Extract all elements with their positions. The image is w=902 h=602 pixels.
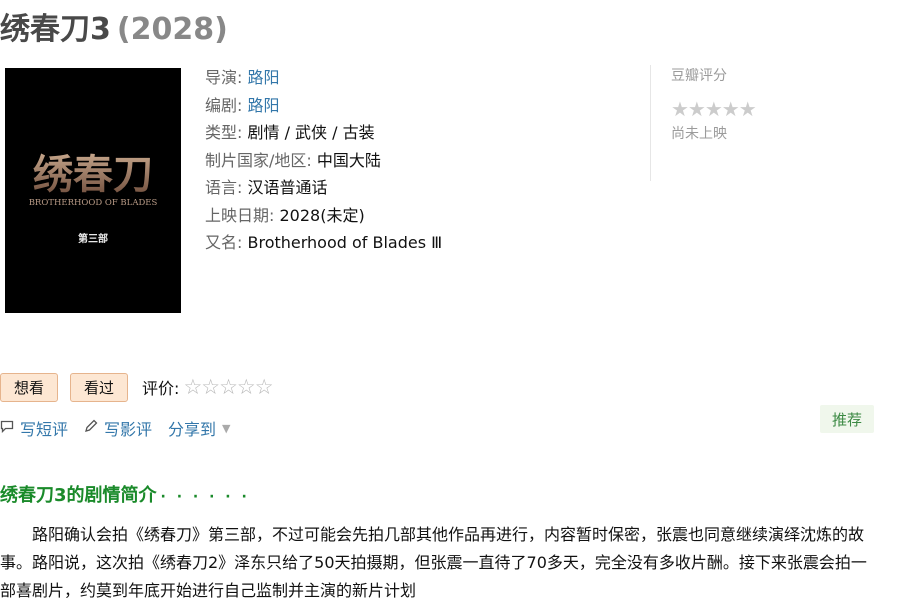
pencil-icon [84,419,98,437]
info-director: 导演: 路阳 [205,64,442,92]
synopsis-title-text: 绣春刀3的剧情简介 [0,485,157,506]
write-review-link[interactable]: 写影评 [84,416,152,440]
rating-title: 豆瓣评分 [671,68,727,84]
genre-value: 剧情 / 武侠 / 古装 [247,123,375,142]
rating-status: 尚未上映 [671,126,727,142]
write-review-label: 写影评 [104,420,153,439]
genre-label: 类型: [205,123,248,142]
aka-label: 又名: [205,233,248,252]
info-country: 制片国家/地区: 中国大陆 [205,147,442,175]
country-value: 中国大陆 [316,150,381,170]
writer-link[interactable]: 路阳 [247,96,279,115]
chevron-down-icon: ▼ [222,421,231,435]
write-short-review-label: 写短评 [20,420,69,439]
synopsis-title: 绣春刀3的剧情简介 · · · · · · [0,481,250,507]
language-label: 语言: [205,178,248,197]
poster-logo: 绣春刀 BROTHERHOOD OF BLADES 第三部 [29,151,158,245]
poster-logo-en: BROTHERHOOD OF BLADES [29,198,158,208]
movie-poster[interactable]: 绣春刀 BROTHERHOOD OF BLADES 第三部 [5,68,181,313]
aka-value: Brotherhood of Blades Ⅲ [247,233,443,252]
rating-stars-icon: ★★★★★ [671,97,757,121]
language-value: 汉语普通话 [247,178,328,197]
info-aka: 又名: Brotherhood of Blades Ⅲ [205,229,442,257]
movie-title: 绣春刀3 [0,12,111,47]
movie-info: 导演: 路阳 编剧: 路阳 类型: 剧情 / 武侠 / 古装 制片国家/地区: … [205,64,442,257]
release-label: 上映日期: [205,205,280,225]
poster-part: 第三部 [78,232,108,245]
recommend-button[interactable]: 推荐 [820,405,875,433]
douban-rating-panel: 豆瓣评分 ★★★★★ 尚未上映 [650,65,850,181]
write-short-review-link[interactable]: 写短评 [0,416,68,440]
director-link[interactable]: 路阳 [247,68,279,87]
director-label: 导演: [205,68,248,87]
movie-year: (2028) [116,12,228,47]
rate-label: 评价: [142,379,180,398]
info-language: 语言: 汉语普通话 [205,174,442,202]
synopsis-dots: · · · · · · [160,489,250,505]
rate-stars-input[interactable]: ☆☆☆☆☆ [183,375,273,399]
poster-logo-cn: 绣春刀 [33,151,153,198]
watched-button[interactable]: 看过 [70,372,129,402]
page-title: 绣春刀3 (2028) [0,4,228,48]
writer-label: 编剧: [205,95,248,115]
synopsis-text: 路阳确认会拍《绣春刀》第三部，不过可能会先拍几部其他作品再进行，内容暂时保密，张… [0,525,867,600]
share-to-link[interactable]: 分享到 ▼ [168,416,230,440]
share-label: 分享到 [168,420,217,439]
want-to-watch-button[interactable]: 想看 [0,372,59,402]
info-genre: 类型: 剧情 / 武侠 / 古装 [205,119,442,147]
comment-icon [0,419,14,437]
social-links: 写短评 写影评 分享到 ▼ [0,416,247,440]
release-value: 2028(未定) [279,205,365,225]
info-writer: 编剧: 路阳 [205,92,442,120]
info-release: 上映日期: 2028(未定) [205,202,442,230]
user-actions: 想看 看过 评价: ☆☆☆☆☆ [0,372,274,402]
country-label: 制片国家/地区: [205,150,317,170]
